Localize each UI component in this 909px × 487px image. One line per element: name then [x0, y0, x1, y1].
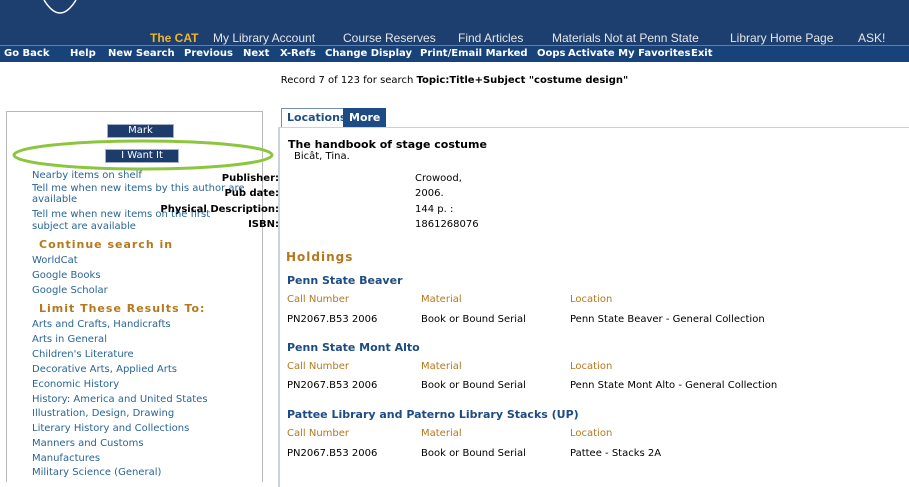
library-name: Penn State Mont Alto — [287, 341, 420, 354]
nav-my-library-account[interactable]: My Library Account — [213, 31, 315, 45]
record-position-text: Record 7 of 123 for search — [280, 75, 417, 86]
col-location: Location — [570, 361, 613, 372]
limit-link[interactable]: Economic History — [32, 380, 119, 390]
call-number[interactable]: PN2067.B53 2006 — [287, 448, 377, 459]
material: Book or Bound Serial — [421, 380, 526, 391]
mark-button[interactable]: Mark — [107, 124, 174, 138]
exit-button[interactable]: Exit — [691, 48, 713, 59]
limit-link[interactable]: History: America and United States — [32, 395, 208, 405]
new-search-button[interactable]: New Search — [108, 48, 175, 59]
previous-button[interactable]: Previous — [184, 48, 233, 59]
pub-date-label: Pub date: — [224, 188, 279, 199]
limit-link[interactable]: Children's Literature — [32, 350, 134, 360]
author-alert-link[interactable]: Tell me when new items by this author ar… — [32, 184, 245, 194]
col-call-number: Call Number — [287, 294, 350, 305]
limit-link[interactable]: Military Science (General) — [32, 468, 161, 478]
tab-locations[interactable]: Locations — [281, 108, 353, 127]
record-author[interactable]: Bicât, Tina. — [294, 151, 350, 162]
help-button[interactable]: Help — [70, 48, 96, 59]
subject-alert-link-cont[interactable]: subject are available — [32, 222, 136, 232]
google-scholar-link[interactable]: Google Scholar — [32, 286, 108, 296]
call-number[interactable]: PN2067.B53 2006 — [287, 314, 377, 325]
col-material: Material — [421, 294, 462, 305]
library-name: Penn State Beaver — [287, 274, 403, 287]
go-back-button[interactable]: Go Back — [4, 48, 50, 59]
nearby-items-link[interactable]: Nearby items on shelf — [32, 171, 142, 181]
continue-search-heading: Continue search in — [39, 238, 174, 251]
command-bar: Go Back Help New Search Previous Next X-… — [0, 45, 909, 62]
nav-find-articles[interactable]: Find Articles — [458, 31, 523, 45]
material: Book or Bound Serial — [421, 448, 526, 459]
print-email-marked-button[interactable]: Print/Email Marked — [420, 48, 528, 59]
col-call-number: Call Number — [287, 428, 350, 439]
limit-link[interactable]: Manufactures — [32, 454, 100, 464]
shield-logo-icon — [43, 0, 77, 14]
isbn-text: 1861268076 — [415, 219, 479, 230]
limit-link[interactable]: Manners and Customs — [32, 439, 144, 449]
top-navigation-bar: The CAT My Library Account Course Reserv… — [0, 0, 909, 45]
limit-link[interactable]: Illustration, Design, Drawing — [32, 409, 174, 419]
holdings-heading: Holdings — [286, 250, 354, 264]
change-display-button[interactable]: Change Display — [325, 48, 412, 59]
location: Pattee - Stacks 2A — [570, 448, 662, 459]
limit-link[interactable]: Arts and Crafts, Handicrafts — [32, 320, 171, 330]
limit-link[interactable]: Arts in General — [32, 335, 107, 345]
library-nav: The CAT My Library Account Course Reserv… — [0, 31, 909, 45]
isbn-label: ISBN: — [248, 219, 279, 230]
record-title: The handbook of stage costume — [288, 138, 487, 151]
nav-ask[interactable]: ASK! — [858, 31, 885, 45]
col-material: Material — [421, 428, 462, 439]
search-query: Topic:Title+Subject "costume design" — [416, 75, 629, 86]
nav-course-reserves[interactable]: Course Reserves — [343, 31, 436, 45]
physical-description-label: Physical Description: — [160, 204, 279, 215]
nav-materials-not-at-penn-state[interactable]: Materials Not at Penn State — [552, 31, 699, 45]
author-alert-link-cont[interactable]: available — [32, 195, 77, 205]
google-books-link[interactable]: Google Books — [32, 271, 101, 281]
call-number[interactable]: PN2067.B53 2006 — [287, 380, 377, 391]
highlight-ellipse — [12, 139, 274, 171]
activate-my-favorites-button[interactable]: Activate My Favorites — [568, 48, 690, 59]
physical-description-text: 144 p. : — [415, 204, 454, 215]
location: Penn State Mont Alto - General Collectio… — [570, 380, 778, 391]
next-button[interactable]: Next — [243, 48, 269, 59]
content-divider — [278, 127, 909, 128]
pub-date-text: 2006. — [415, 188, 444, 199]
limit-link[interactable]: Literary History and Collections — [32, 424, 189, 434]
nav-library-home-page[interactable]: Library Home Page — [730, 31, 833, 45]
worldcat-link[interactable]: WorldCat — [32, 256, 78, 266]
library-name: Pattee Library and Paterno Library Stack… — [287, 408, 579, 421]
col-location: Location — [570, 428, 613, 439]
material: Book or Bound Serial — [421, 314, 526, 325]
tab-more[interactable]: More ... — [343, 108, 387, 142]
location: Penn State Beaver - General Collection — [570, 314, 765, 325]
limit-link[interactable]: Decorative Arts, Applied Arts — [32, 365, 177, 375]
limit-results-heading: Limit These Results To: — [39, 302, 206, 315]
nav-the-cat[interactable]: The CAT — [150, 31, 198, 45]
publisher-text: Crowood, — [415, 173, 462, 184]
oops-button[interactable]: Oops — [537, 48, 565, 59]
record-position: Record 7 of 123 for search Topic:Title+S… — [0, 75, 909, 86]
col-material: Material — [421, 361, 462, 372]
col-location: Location — [570, 294, 613, 305]
x-refs-button[interactable]: X-Refs — [280, 48, 316, 59]
col-call-number: Call Number — [287, 361, 350, 372]
publisher-label: Publisher: — [221, 173, 279, 184]
